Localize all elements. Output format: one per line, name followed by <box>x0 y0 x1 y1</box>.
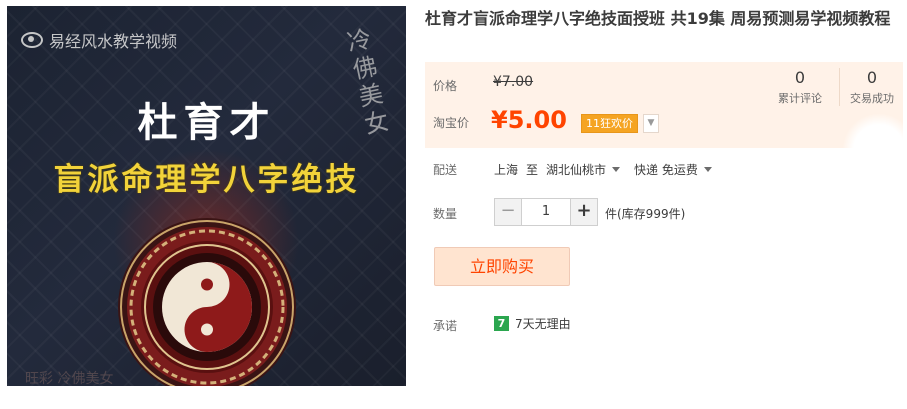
caret-down-icon <box>612 167 621 172</box>
trades-label: 交易成功 <box>850 92 894 105</box>
promise-label: 承诺 <box>433 319 458 333</box>
shipping-method-select[interactable]: 快递 免运费 <box>634 161 712 178</box>
shipping-row: 上海 至 湖北仙桃市 快递 免运费 <box>494 161 712 178</box>
promo-price: ¥5.00 <box>491 106 567 134</box>
chevron-down-icon[interactable]: ▼ <box>643 114 659 133</box>
promo-badge[interactable]: 11狂欢价 <box>581 114 638 133</box>
image-channel-watermark: 易经风水教学视频 <box>21 28 177 52</box>
shipping-label: 配送 <box>433 163 458 177</box>
promise-row[interactable]: 7 7天无理由 <box>494 315 571 332</box>
shipping-origin: 上海 <box>494 163 519 177</box>
original-price: ¥7.00 <box>493 74 534 90</box>
buy-now-button[interactable]: 立即购买 <box>434 247 570 286</box>
quantity-minus-button[interactable]: − <box>495 199 522 225</box>
shipping-method-value: 快递 免运费 <box>634 163 698 177</box>
eye-icon <box>21 32 43 48</box>
yin-yang-medallion-icon <box>118 218 296 386</box>
image-footer-watermark: 旺彩 冷佛美女 <box>25 371 114 386</box>
image-author: 杜育才 <box>137 99 276 146</box>
image-channel-text: 易经风水教学视频 <box>49 32 178 51</box>
quantity-plus-button[interactable]: + <box>570 199 597 225</box>
destination-select[interactable]: 湖北仙桃市 <box>546 161 621 178</box>
promise-text: 7天无理由 <box>515 317 571 331</box>
promo-price-label: 淘宝价 <box>433 116 470 130</box>
seven-day-return-icon: 7 <box>494 316 509 331</box>
price-panel: 价格 ¥7.00 淘宝价 ¥5.00 11狂欢价 ▼ 0 累计评论 0 交易成功 <box>425 62 904 174</box>
reviews-label: 累计评论 <box>778 92 822 105</box>
panel-fade <box>843 114 903 174</box>
destination-value: 湖北仙桃市 <box>546 163 607 177</box>
quantity-input[interactable]: 1 <box>522 199 570 225</box>
shipping-to-word: 至 <box>526 163 539 177</box>
image-subtitle: 盲派命理学八字绝技 <box>53 162 360 198</box>
original-price-label: 价格 <box>433 79 458 93</box>
reviews-count: 0 <box>794 68 806 87</box>
trades-stat[interactable]: 0 交易成功 <box>839 68 904 106</box>
trades-count: 0 <box>866 68 878 87</box>
product-image[interactable]: 易经风水教学视频 冷佛美女 杜育才 盲派命理学八字绝技 旺彩 冷佛美女 <box>7 6 406 386</box>
reviews-stat[interactable]: 0 累计评论 <box>768 68 832 106</box>
stock-text: 件(库存999件) <box>605 207 686 221</box>
quantity-stepper: − 1 + <box>494 198 598 226</box>
caret-down-icon <box>703 167 712 172</box>
quantity-label: 数量 <box>433 207 458 221</box>
product-title: 杜育才盲派命理学八字绝技面授班 共19集 周易预测易学视频教程 <box>425 9 891 28</box>
